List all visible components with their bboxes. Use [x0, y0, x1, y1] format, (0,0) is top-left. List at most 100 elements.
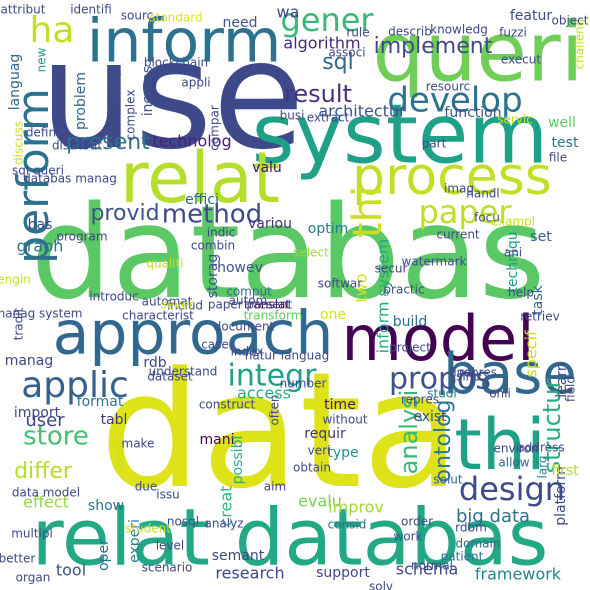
word-effici: effici	[185, 192, 219, 208]
word-requir: requir	[304, 426, 346, 442]
word-better: better	[0, 552, 35, 566]
word-tradit: tradit	[12, 307, 26, 340]
word-execut: execut	[501, 53, 541, 67]
word-address: address	[517, 441, 564, 455]
word-research: research	[215, 564, 284, 583]
word-indic: indic	[207, 226, 236, 240]
word-help: help	[508, 286, 534, 300]
word-veri: veri	[308, 444, 331, 458]
word-semant: semant	[212, 548, 265, 564]
word-object: object	[552, 14, 589, 28]
word-build: build	[393, 314, 427, 330]
word-variou: variou	[248, 216, 292, 232]
word-associ: associ	[328, 46, 365, 60]
word-optim: optim	[308, 221, 348, 237]
word-first: first	[551, 463, 579, 479]
word-understand: understand	[149, 365, 218, 379]
word-often: often	[268, 394, 282, 425]
word-scenario: scenario	[142, 561, 193, 575]
word-watermark: watermark	[402, 255, 467, 269]
word-provid: provid	[90, 201, 159, 226]
word-analyz: analyz	[204, 517, 243, 531]
word-problem: problem	[73, 72, 89, 130]
word-imag: imag	[444, 182, 474, 196]
word-time: time	[324, 397, 356, 413]
word-appli: appli	[181, 76, 210, 90]
word-cloud: databasdatauserelat databassystemqueriin…	[0, 1, 589, 590]
word-rule: rule	[346, 26, 369, 40]
word-databas-manag: databas manag	[23, 172, 117, 186]
word-exampl: exampl	[491, 215, 535, 229]
word-type: type	[327, 445, 358, 461]
word-final: final	[449, 366, 475, 380]
word-obtain: obtain	[293, 461, 331, 475]
word-support: support	[316, 565, 370, 581]
word-framework: framework	[475, 565, 562, 584]
word-data-model: data model	[12, 486, 80, 500]
word-domain: domain	[456, 537, 501, 551]
word-student: student	[125, 522, 171, 536]
word-resourc: resourc	[426, 80, 471, 94]
word-bas: bas	[28, 217, 53, 233]
word-howev: howev	[217, 260, 263, 276]
word-introduc: introduc	[89, 290, 138, 304]
word-allow: allow	[498, 456, 529, 470]
word-function: function	[444, 105, 501, 121]
word-project: project	[389, 341, 431, 355]
word-format: format	[77, 394, 124, 410]
word-defin: defin	[26, 126, 56, 140]
word-consid: consid	[328, 518, 367, 532]
word-work: work	[393, 530, 422, 544]
word-possibl: possibl	[230, 436, 246, 485]
word-distribut: distribut	[52, 139, 102, 153]
word-current: current	[436, 228, 480, 242]
word-complex: complex	[124, 90, 138, 141]
word-make: make	[122, 437, 155, 451]
word-field: field	[564, 376, 578, 402]
word-combin: combin	[191, 239, 235, 253]
word-softwar: softwar	[318, 277, 362, 291]
word-test: test	[552, 135, 579, 151]
word-manag: manag	[5, 353, 54, 369]
word-part: part	[422, 137, 447, 151]
word-level: level	[156, 539, 185, 553]
word-autom: autom	[229, 294, 268, 308]
word-aim: aim	[264, 480, 286, 494]
word-fuzzi: fuzzi	[499, 26, 527, 40]
word-normal: normal	[411, 559, 453, 573]
word-solv: solv	[369, 580, 393, 590]
word-solut: solut	[433, 473, 463, 487]
word-discuss: discuss	[12, 121, 26, 165]
word-nosql: nosql	[167, 515, 199, 529]
word-improv: improv	[328, 498, 384, 517]
word-characterist: characterist	[122, 309, 194, 323]
word-larg: larg	[536, 455, 550, 478]
word-onli: onli	[489, 387, 511, 401]
word-without: without	[322, 413, 367, 427]
word-featur: featur	[510, 8, 552, 24]
word-program: program	[56, 230, 107, 244]
word-languag: languag	[7, 54, 23, 111]
word-tabl: tabl	[101, 412, 128, 428]
word-compar: compar	[208, 105, 222, 151]
word-tool: tool	[56, 561, 86, 580]
word-multipl: multipl	[11, 527, 53, 541]
word-construct: construct	[199, 398, 256, 412]
word-repres: repres	[401, 393, 439, 407]
word-order: order	[401, 515, 433, 529]
word-knowledg: knowledg	[430, 23, 488, 37]
word-attribut: attribut	[1, 3, 46, 17]
word-need: need	[223, 15, 258, 31]
word-engin: engin	[0, 273, 31, 287]
word-describ: describ	[388, 25, 432, 39]
word-valu: valu	[252, 160, 282, 176]
word-servic: servic	[497, 113, 533, 127]
word-wa: wa	[277, 3, 300, 22]
word-ani: ani	[504, 246, 522, 260]
word-exist: exist	[413, 409, 447, 425]
word-well: well	[548, 115, 576, 131]
word-organ: organ	[16, 571, 51, 585]
word-secur: secur	[375, 262, 408, 276]
word-select: select	[293, 246, 329, 260]
word-differ: differ	[14, 459, 73, 484]
